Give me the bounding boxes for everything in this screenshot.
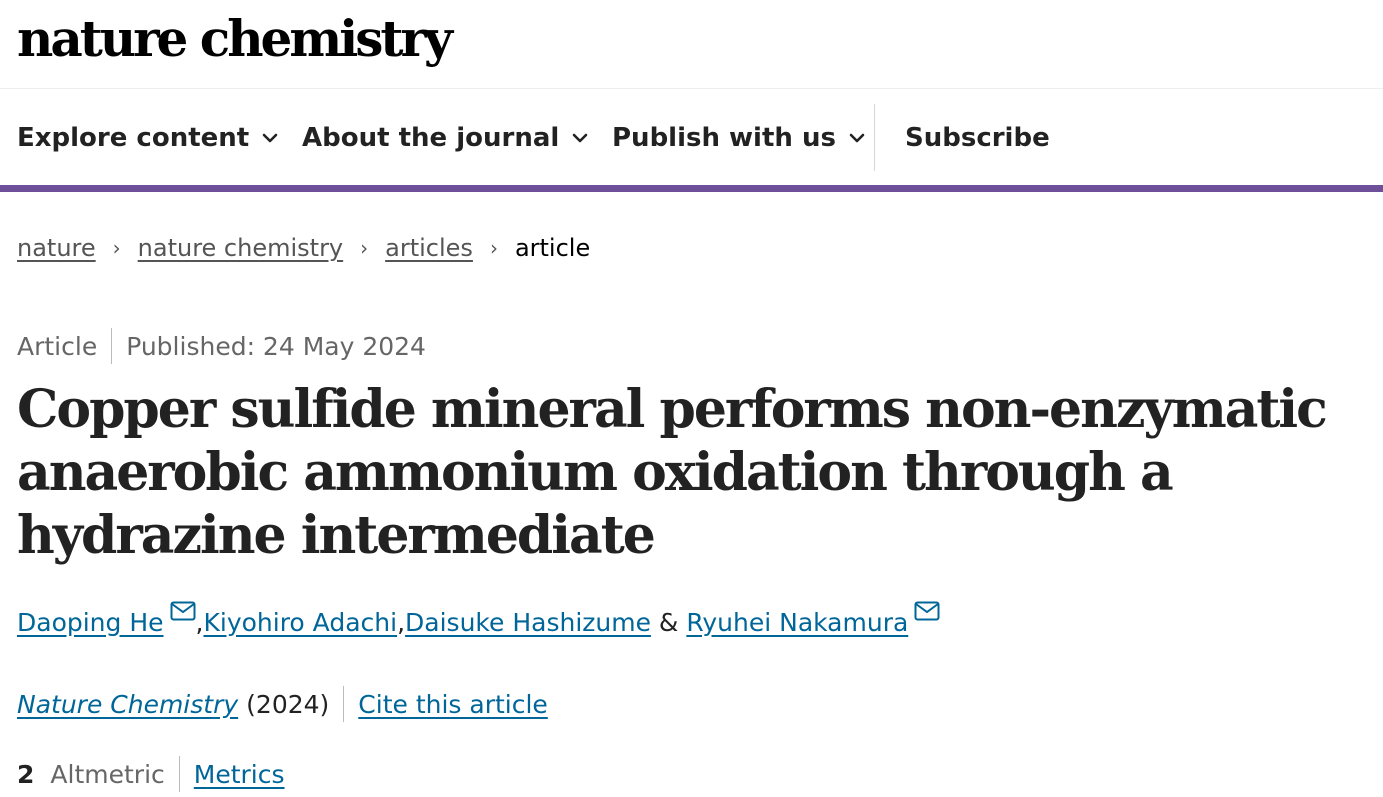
- journal-logo[interactable]: nature chemistry: [17, 6, 453, 72]
- author-link[interactable]: Daisuke Hashizume: [405, 608, 651, 637]
- mail-icon[interactable]: [914, 601, 940, 621]
- main-navigation: Explore content About the journal Publis…: [0, 88, 1383, 185]
- article-title: Copper sulfide mineral performs non-enzy…: [17, 379, 1328, 566]
- nav-item-label: Subscribe: [905, 122, 1050, 153]
- altmetric-label: Altmetric: [50, 759, 165, 789]
- meta-divider: [111, 328, 113, 364]
- nav-explore-content[interactable]: Explore content: [17, 89, 278, 186]
- metrics-link[interactable]: Metrics: [194, 760, 285, 789]
- nav-about-journal[interactable]: About the journal: [302, 89, 588, 186]
- author-separator: ,: [195, 607, 204, 637]
- nav-divider: [874, 104, 875, 171]
- chevron-down-icon: [572, 133, 588, 142]
- chevron-right-icon: ›: [112, 236, 121, 260]
- nav-item-label: Publish with us: [612, 122, 836, 153]
- author-link[interactable]: Ryuhei Nakamura: [686, 608, 908, 637]
- metrics-line: 2 Altmetric Metrics: [17, 754, 285, 794]
- journal-citation-line: Nature Chemistry (2024) Cite this articl…: [17, 684, 548, 724]
- author-list: Daoping He , Kiyohiro Adachi , Daisuke H…: [17, 600, 940, 644]
- breadcrumb-link-nature[interactable]: nature: [17, 234, 96, 262]
- chevron-right-icon: ›: [489, 236, 498, 260]
- published-date: Published: 24 May 2024: [126, 331, 426, 361]
- author-link[interactable]: Daoping He: [17, 608, 164, 637]
- journal-year: (2024): [246, 689, 330, 719]
- breadcrumb-link-nature-chemistry[interactable]: nature chemistry: [138, 234, 343, 262]
- article-meta: Article Published: 24 May 2024: [17, 326, 426, 366]
- altmetric-score: 2: [17, 759, 35, 789]
- chevron-down-icon: [262, 133, 278, 142]
- chevron-right-icon: ›: [360, 236, 369, 260]
- nav-publish-with-us[interactable]: Publish with us: [612, 89, 865, 186]
- author-link[interactable]: Kiyohiro Adachi: [203, 608, 397, 637]
- nav-subscribe[interactable]: Subscribe: [905, 89, 1050, 186]
- cite-this-article-link[interactable]: Cite this article: [358, 690, 548, 719]
- nav-item-label: Explore content: [17, 122, 250, 153]
- nav-accent-bar: [0, 185, 1383, 192]
- article-type: Article: [17, 331, 98, 361]
- breadcrumb-link-articles[interactable]: articles: [385, 234, 473, 262]
- masthead: nature chemistry: [17, 6, 453, 76]
- mail-icon[interactable]: [170, 601, 196, 621]
- author-separator: ,: [397, 607, 406, 637]
- nav-item-label: About the journal: [302, 122, 560, 153]
- meta-divider: [178, 756, 180, 792]
- breadcrumb: nature › nature chemistry › articles › a…: [17, 228, 590, 268]
- author-separator: &: [650, 607, 687, 637]
- meta-divider: [343, 686, 345, 722]
- breadcrumb-current: article: [514, 234, 591, 262]
- journal-link[interactable]: Nature Chemistry: [17, 690, 238, 719]
- chevron-down-icon: [849, 133, 865, 142]
